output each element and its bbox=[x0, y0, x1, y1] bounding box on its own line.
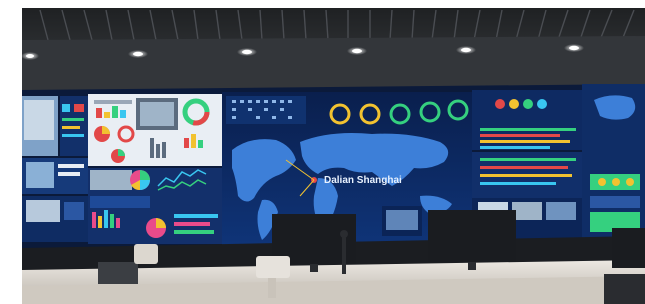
monitor bbox=[612, 228, 645, 268]
ceiling-light bbox=[133, 51, 143, 57]
ceiling-light bbox=[352, 48, 362, 54]
left-panel-group bbox=[22, 96, 88, 242]
chair-back bbox=[134, 244, 158, 264]
ceiling-light bbox=[242, 49, 252, 55]
ceiling bbox=[22, 8, 645, 94]
chair-back bbox=[256, 256, 290, 278]
map-overlay-label: Dalian Shanghai bbox=[324, 175, 402, 186]
ceiling-light bbox=[461, 47, 471, 53]
dashboard-panel-light bbox=[88, 94, 222, 166]
microphone bbox=[342, 234, 346, 274]
monitor-small bbox=[604, 274, 645, 304]
control-room-photo: Dalian Shanghai bbox=[0, 0, 645, 304]
dashboard-panel-dark bbox=[88, 168, 222, 244]
monitor bbox=[428, 210, 516, 262]
monitor-small bbox=[98, 262, 138, 284]
ceiling-light bbox=[569, 45, 579, 51]
ceiling-light bbox=[26, 54, 34, 58]
